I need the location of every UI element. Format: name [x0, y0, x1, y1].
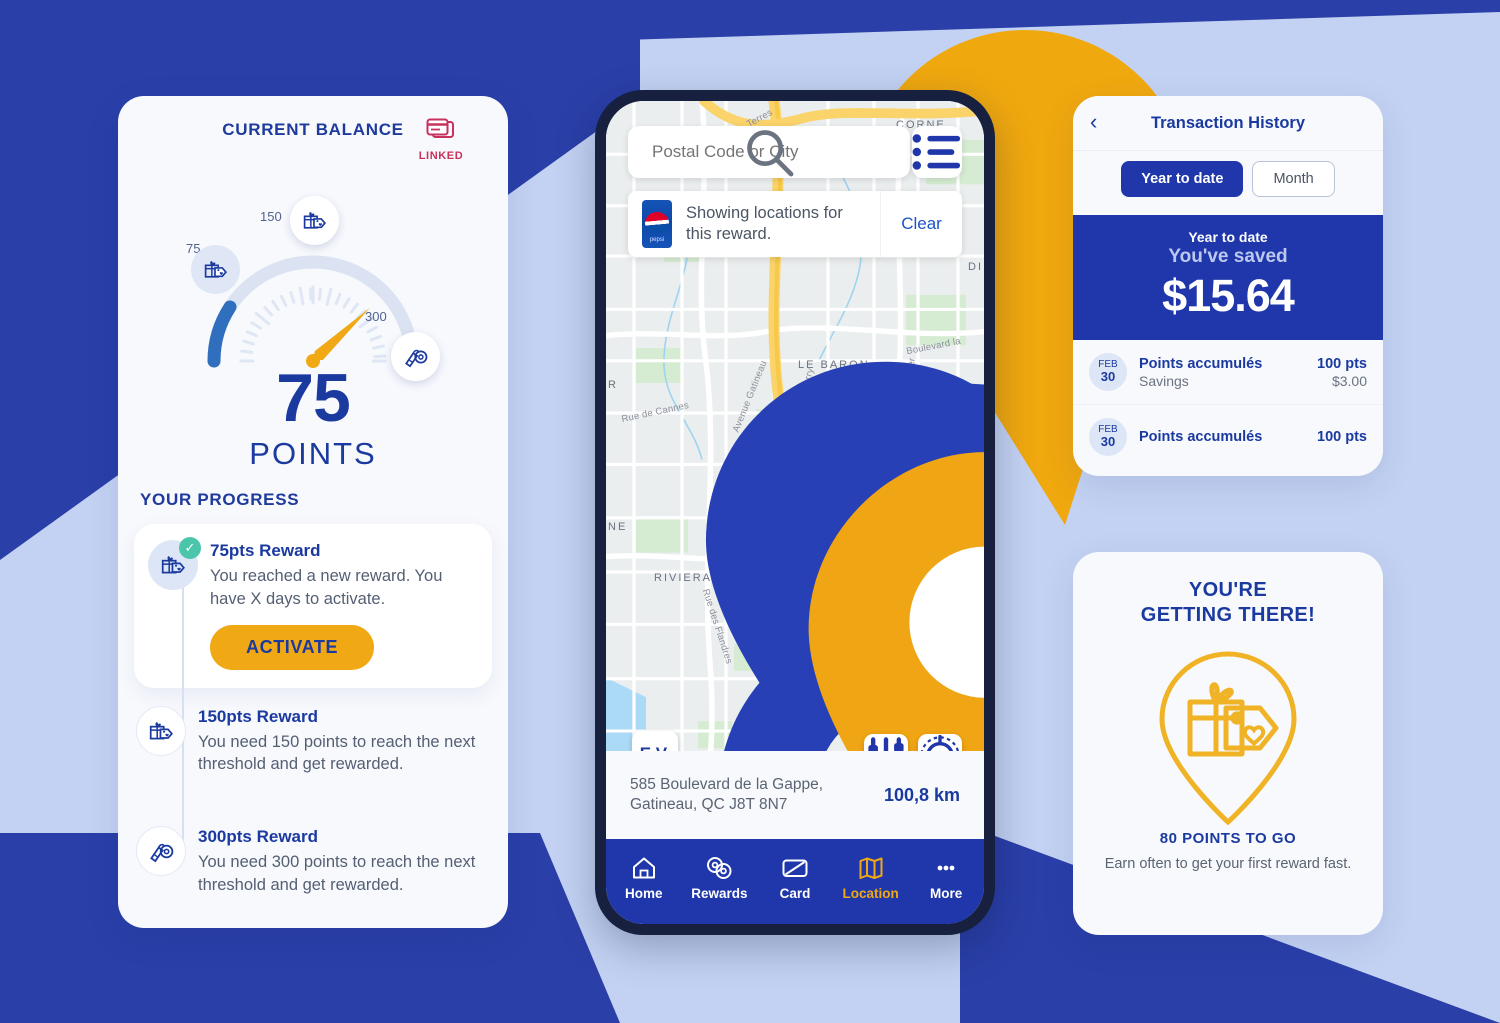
gift-tag-icon — [204, 261, 228, 278]
tx-title-text: Points accumulés — [1139, 355, 1263, 372]
card-icon — [782, 859, 808, 877]
map-label-ne: NE — [608, 521, 628, 533]
tab-label: Location — [842, 886, 899, 901]
tx-day: 30 — [1100, 369, 1116, 385]
table-row[interactable]: FEB 30 Points accumulés 100 pts — [1073, 405, 1383, 469]
bottom-tab-bar: Home Rewards Card Location More — [606, 839, 984, 924]
gift-pin-icon — [1159, 651, 1297, 826]
clear-button[interactable]: Clear — [880, 191, 962, 257]
tab-location[interactable]: Location — [835, 856, 907, 901]
reward-badge-300 — [136, 826, 186, 877]
gauge-marker-300[interactable] — [391, 332, 440, 381]
getting-there-card: YOU'RE GETTING THERE! 80 POINTS TO GO Ea… — [1073, 552, 1383, 935]
points-to-go: 80 POINTS TO GO — [1159, 830, 1297, 847]
reward-desc: You need 150 points to reach the next th… — [198, 732, 476, 774]
tab-label: Home — [625, 886, 663, 901]
tab-card[interactable]: Card — [759, 856, 831, 901]
gt-description: Earn often to get your first reward fast… — [1104, 856, 1352, 872]
gauge-tick-300: 300 — [365, 309, 387, 324]
list-view-button[interactable] — [912, 126, 962, 178]
reward-filter-banner: pepsi Showing locations for this reward.… — [628, 191, 962, 257]
fuel-nozzle-icon — [149, 843, 173, 862]
savings-hero: Year to date You've saved $15.64 — [1073, 215, 1383, 340]
gift-tag-icon — [149, 721, 173, 739]
reward-step-300[interactable]: 300pts Reward You need 300 points to rea… — [118, 826, 508, 897]
tx-points: 100 pts — [1317, 355, 1367, 372]
gauge-graphic — [207, 255, 419, 368]
search-icon — [747, 130, 794, 177]
ellipsis-icon — [937, 865, 955, 871]
reward-step-75[interactable]: ✓ 75pts Reward You reached a new reward.… — [134, 524, 492, 688]
distance-value: 100,8 km — [883, 784, 960, 805]
gauge-marker-75[interactable] — [191, 245, 240, 294]
points-unit: POINTS — [249, 436, 377, 471]
tx-header: ‹ Transaction History — [1073, 96, 1383, 150]
tab-more[interactable]: More — [910, 856, 982, 901]
reward-badge-150 — [136, 705, 186, 756]
tab-label: More — [930, 886, 963, 901]
reward-title: 300pts Reward — [198, 827, 318, 847]
phone-mockup: 50 148 50 CORNE LE BARON Gatineau RIVIER… — [595, 90, 995, 935]
address-text: 585 Boulevard de la Gappe, Gatineau, QC … — [630, 775, 884, 816]
tx-points: 100 pts — [1317, 429, 1367, 445]
credit-card-icon — [426, 118, 454, 138]
tx-amount: $3.00 — [1331, 372, 1367, 389]
tab-label: Card — [779, 886, 811, 901]
fuel-nozzle-icon — [404, 349, 427, 367]
points-gauge: 75 150 300 — [118, 146, 508, 381]
gauge-tick-150: 150 — [260, 209, 282, 224]
reward-desc: You need 300 points to reach the next th… — [198, 853, 476, 894]
toggle-month[interactable]: Month — [1252, 161, 1335, 197]
phone-screen: 50 148 50 CORNE LE BARON Gatineau RIVIER… — [606, 101, 984, 924]
reward-desc: You reached a new reward. You have X day… — [210, 567, 443, 608]
tx-date-badge: FEB 30 — [1089, 418, 1127, 456]
hero-caption: You've saved — [1168, 246, 1288, 267]
tab-rewards[interactable]: Rewards — [683, 856, 755, 901]
reward-step-150[interactable]: 150pts Reward You need 150 points to rea… — [118, 705, 508, 777]
table-row[interactable]: FEB 30 Points accumulés Savings 100 pts … — [1073, 340, 1383, 405]
gauge-marker-150[interactable] — [290, 196, 339, 245]
tx-period-toggle: Year to date Month — [1073, 150, 1383, 215]
home-icon — [632, 857, 655, 879]
map-icon — [859, 857, 883, 879]
check-icon: ✓ — [179, 537, 201, 559]
hero-amount: $15.64 — [1162, 270, 1295, 321]
address-line1: 585 Boulevard de la Gappe, — [630, 775, 824, 793]
transaction-history-card: ‹ Transaction History Year to date Month… — [1073, 96, 1383, 476]
back-icon[interactable]: ‹ — [1090, 111, 1097, 133]
map-canvas[interactable]: 50 148 50 CORNE LE BARON Gatineau RIVIER… — [606, 101, 984, 924]
reward-banner-message: Showing locations for this reward. — [686, 204, 843, 243]
rewards-timeline: ✓ 75pts Reward You reached a new reward.… — [118, 524, 508, 897]
toggle-year-to-date[interactable]: Year to date — [1121, 161, 1244, 197]
balance-panel: CURRENT BALANCE LINKED 75 150 300 75 POI… — [118, 96, 508, 928]
address-bar[interactable]: 585 Boulevard de la Gappe, Gatineau, QC … — [606, 751, 984, 839]
gt-title-line2: GETTING THERE! — [1140, 604, 1316, 626]
gift-tag-icon — [303, 212, 327, 229]
search-bar[interactable] — [628, 126, 910, 178]
list-icon — [912, 134, 961, 170]
tx-day: 30 — [1100, 434, 1116, 450]
hero-period: Year to date — [1188, 229, 1268, 245]
tx-date-badge: FEB 30 — [1089, 353, 1127, 391]
coins-icon — [707, 857, 732, 879]
tx-title-text: Points accumulés — [1139, 429, 1263, 445]
tab-home[interactable]: Home — [608, 856, 680, 901]
reward-badge-75: ✓ — [148, 537, 201, 590]
progress-heading: YOUR PROGRESS — [140, 490, 300, 509]
tx-subtitle: Savings — [1139, 372, 1189, 389]
tab-label: Rewards — [691, 886, 748, 901]
gt-title-line1: YOU'RE — [1188, 579, 1268, 601]
tx-title: Transaction History — [1150, 113, 1306, 132]
pepsi-can-icon: pepsi — [642, 200, 672, 248]
map-label-r: R — [608, 379, 618, 391]
poster-canvas: CURRENT BALANCE LINKED 75 150 300 75 POI… — [0, 0, 1500, 1023]
reward-title: 150pts Reward — [198, 706, 318, 726]
reward-title: 75pts Reward — [210, 541, 321, 560]
address-line2: Gatineau, QC J8T 8N7 — [630, 796, 788, 813]
activate-button[interactable]: ACTIVATE — [210, 624, 375, 670]
